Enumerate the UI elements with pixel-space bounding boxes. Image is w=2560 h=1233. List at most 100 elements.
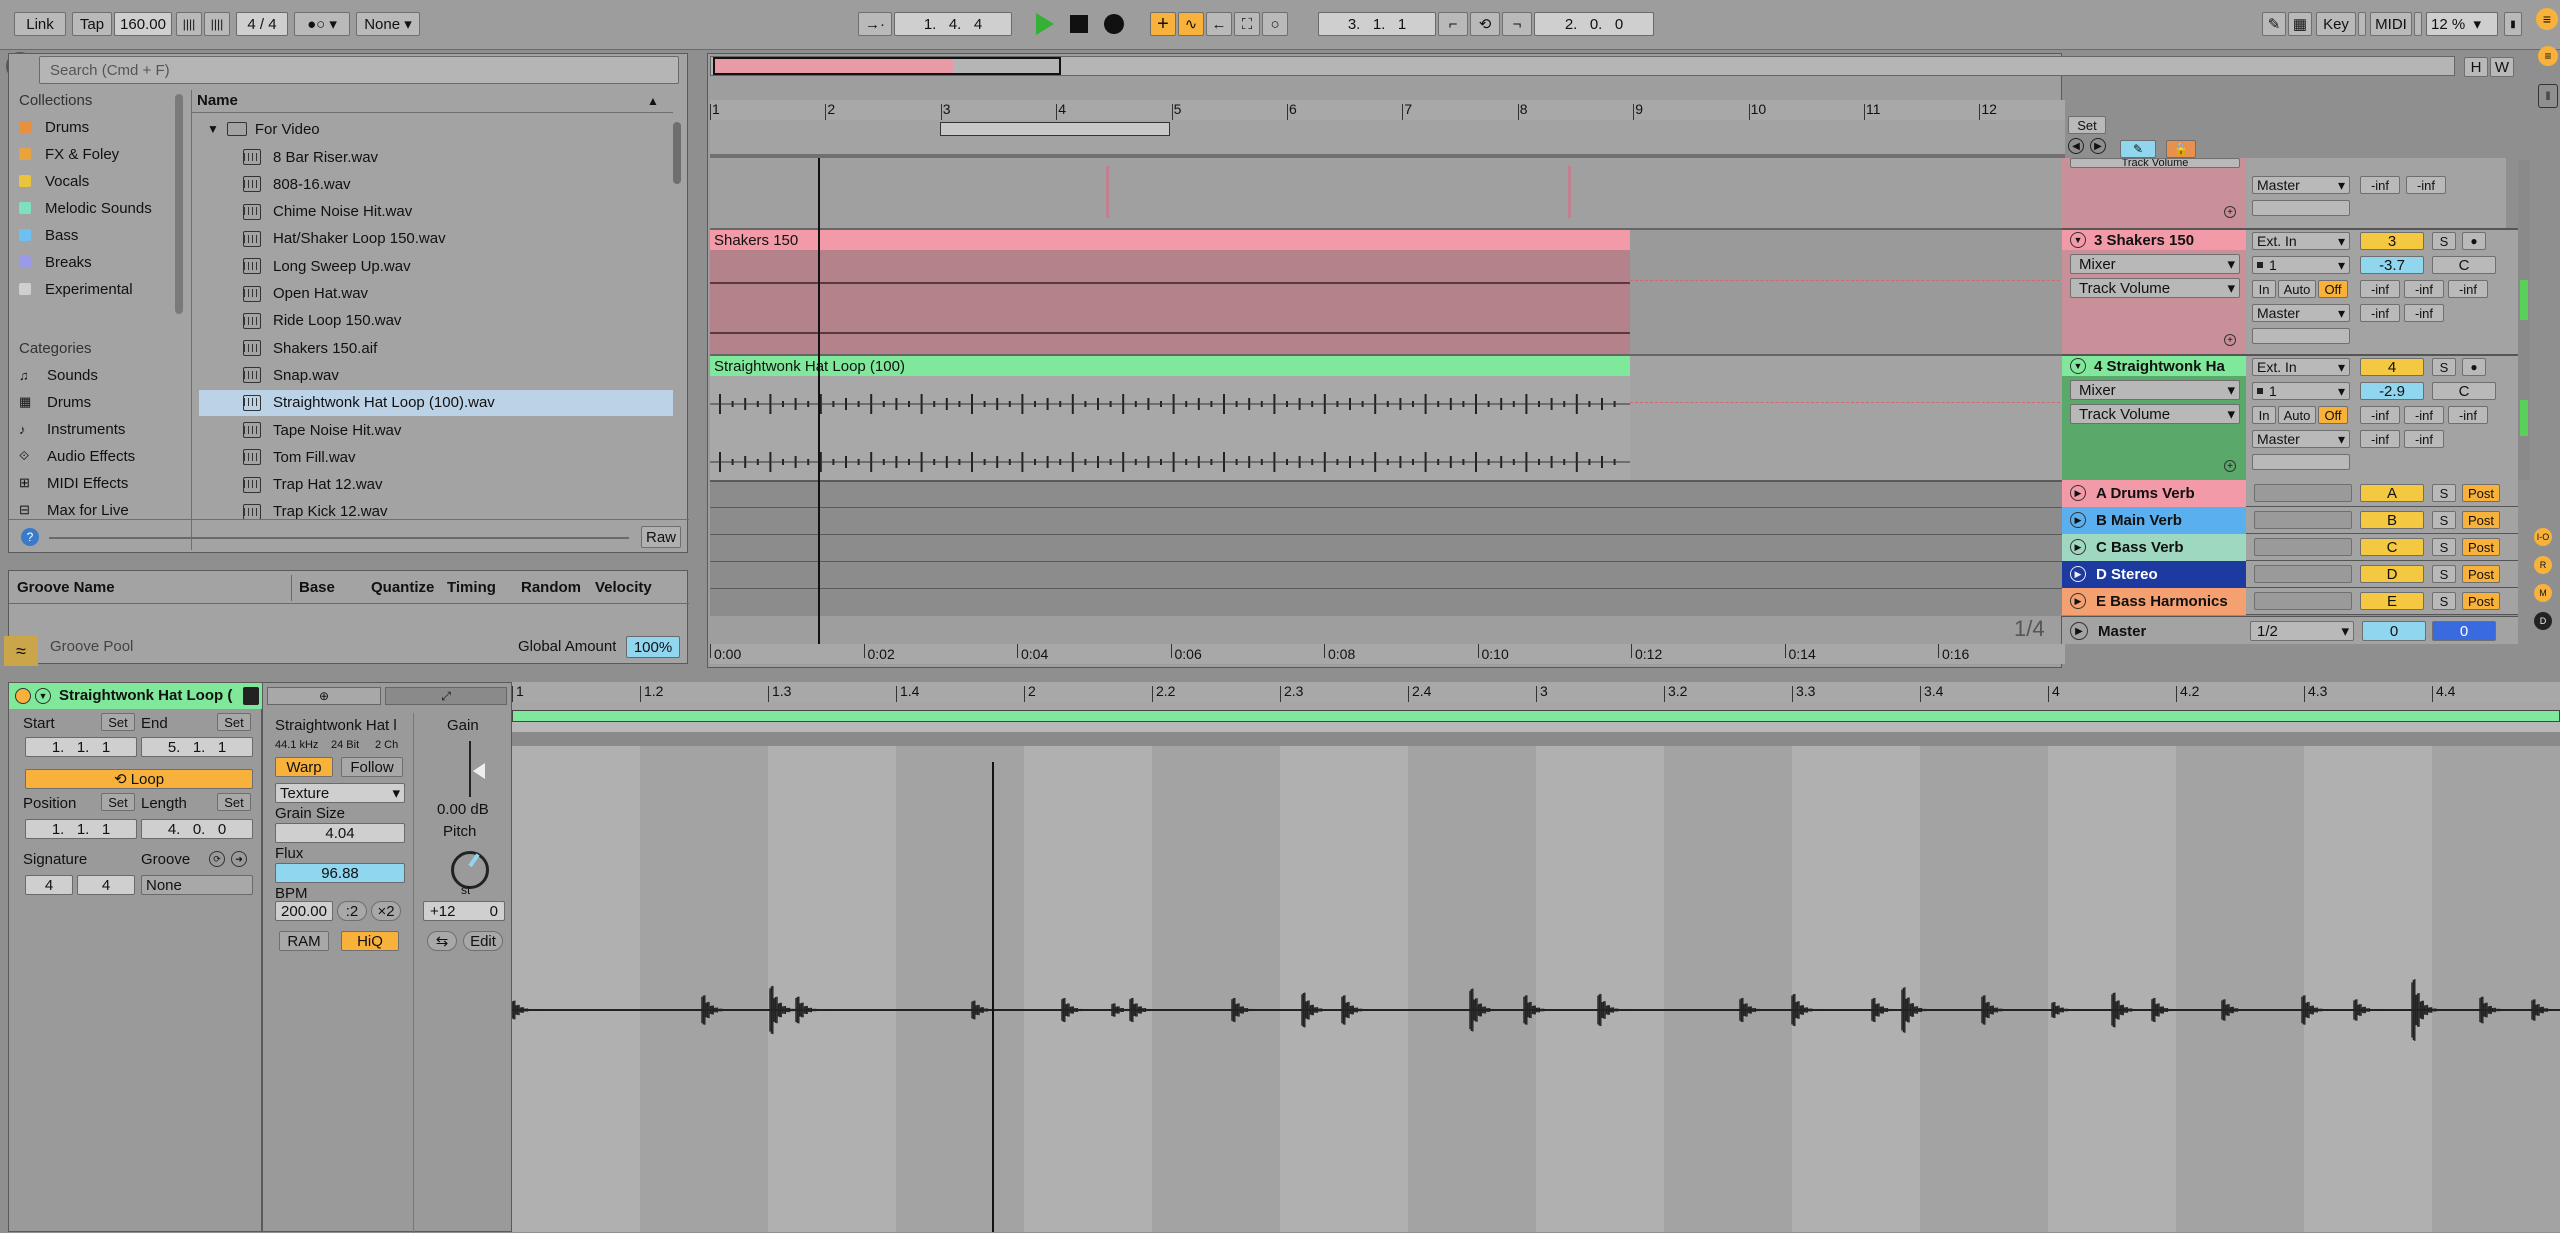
return-solo-button[interactable]: S xyxy=(2432,538,2456,556)
file-row[interactable]: Straightwonk Hat Loop (100).wav xyxy=(199,389,673,416)
track-fold-icon[interactable]: ▼ xyxy=(2070,232,2086,248)
loop-button[interactable]: ⟲ Loop xyxy=(25,769,253,789)
return-activator-icon[interactable]: ▶ xyxy=(2070,485,2086,501)
edit-button[interactable]: Edit xyxy=(463,931,503,951)
output-select[interactable]: Master ▾ xyxy=(2252,430,2350,448)
warp-mode-select[interactable]: Texture ▾ xyxy=(275,783,405,803)
punch-in-icon[interactable]: ⌐ xyxy=(1438,12,1468,36)
file-row[interactable]: Shakers 150.aif xyxy=(199,335,673,361)
file-row[interactable]: Trap Kick 12.wav xyxy=(199,499,673,525)
sample-tab-icon[interactable]: ⊕ xyxy=(267,687,381,705)
return-activator[interactable]: D xyxy=(2360,565,2424,583)
file-row[interactable]: Tom Fill.wav xyxy=(199,444,673,470)
track-name[interactable]: 4 Straightwonk Ha xyxy=(2094,358,2244,375)
next-locator-icon[interactable]: ▶ xyxy=(2090,138,2106,154)
return-solo-button[interactable]: S xyxy=(2432,511,2456,529)
punch-out-icon[interactable]: ¬ xyxy=(1502,12,1532,36)
detail-ruler[interactable]: 1 1.2 1.3 1.4 2 2.2 2.3 2.4 3 3.2 3.3 3.4 4 4.2 4.3 4.4 xyxy=(512,682,2560,702)
add-lane-icon[interactable]: + xyxy=(2224,334,2236,346)
time-ruler[interactable]: 0:00 0:02 0:04 0:06 0:08 0:10 0:12 0:14 0:16 xyxy=(710,644,2065,664)
nudge-up-icon[interactable]: |||| xyxy=(204,12,230,36)
raw-button[interactable]: Raw xyxy=(641,526,681,548)
file-row[interactable]: Ride Loop 150.wav xyxy=(199,308,673,334)
return-name[interactable]: B Main Verb xyxy=(2096,512,2182,529)
return-post-button[interactable]: Post xyxy=(2462,511,2500,529)
category-item[interactable]: ♪ Instruments xyxy=(19,418,125,440)
monitor-off-button[interactable]: Off xyxy=(2318,406,2348,424)
return-activator-icon[interactable]: ▶ xyxy=(2070,512,2086,528)
file-row[interactable]: Hat/Shaker Loop 150.wav xyxy=(199,226,673,252)
return-name[interactable]: C Bass Verb xyxy=(2096,539,2184,556)
output-channel-top[interactable] xyxy=(2252,200,2350,216)
automation-line[interactable] xyxy=(1630,402,2065,403)
clip-title-bar[interactable]: ▼ Straightwonk Hat Loop ( xyxy=(9,683,263,709)
track-lane-shakers[interactable]: Shakers 150 xyxy=(710,228,2065,356)
folder-row[interactable]: ▼ For Video xyxy=(199,116,673,142)
global-amount-field[interactable]: 100% xyxy=(626,636,680,658)
collection-item[interactable]: Experimental xyxy=(19,278,133,300)
track-header-top[interactable]: Track Volume + xyxy=(2062,158,2246,228)
automation-chooser[interactable]: Track Volume ▾ xyxy=(2070,404,2240,424)
signature-field[interactable]: 4 / 4 xyxy=(236,12,288,36)
return-post-button[interactable]: Post xyxy=(2462,565,2500,583)
arm-icon[interactable]: ● xyxy=(2462,358,2486,376)
monitor-in-button[interactable]: In xyxy=(2252,406,2276,424)
keyboard-icon[interactable]: ▦ xyxy=(2288,12,2312,36)
signature-denominator[interactable]: 4 xyxy=(77,875,135,895)
half-tempo-button[interactable]: :2 xyxy=(337,901,367,921)
nudge-down-icon[interactable]: |||| xyxy=(176,12,202,36)
capture-icon[interactable]: ⛶ xyxy=(1234,12,1260,36)
collection-item[interactable]: Vocals xyxy=(19,170,89,192)
pan-field[interactable]: C xyxy=(2432,382,2496,400)
groove-pool-icon[interactable]: ≈ xyxy=(4,636,38,666)
return-track[interactable]: ▶ C Bass Verb C S Post xyxy=(2062,534,2518,561)
mixer-toggle-icon[interactable]: M xyxy=(2534,584,2552,602)
output-select-top[interactable]: Master ▾ xyxy=(2252,176,2350,194)
tempo-field[interactable]: 160.00 xyxy=(114,12,172,36)
stop-icon[interactable] xyxy=(1070,15,1088,33)
end-set-button[interactable]: Set xyxy=(217,713,251,731)
warp-button[interactable]: Warp xyxy=(275,757,333,777)
collection-item[interactable]: Bass xyxy=(19,224,78,246)
input-type-select[interactable]: Ext. In ▾ xyxy=(2252,232,2350,250)
clip-activator-icon[interactable] xyxy=(15,688,31,704)
input-channel-select[interactable]: 1 ▾ xyxy=(2252,256,2350,274)
category-item[interactable]: ♫ Sounds xyxy=(19,364,98,386)
solo-button[interactable]: S xyxy=(2432,232,2456,250)
track-activator[interactable]: 3 xyxy=(2360,232,2424,250)
return-activator[interactable]: E xyxy=(2360,592,2424,610)
return-name[interactable]: E Bass Harmonics xyxy=(2096,593,2228,610)
return-output[interactable] xyxy=(2254,565,2352,583)
overview-strip[interactable] xyxy=(710,56,2455,76)
return-name[interactable]: A Drums Verb xyxy=(2096,485,2195,502)
tap-button[interactable]: Tap xyxy=(72,12,112,36)
hiq-button[interactable]: HiQ xyxy=(341,931,399,951)
length-set-button[interactable]: Set xyxy=(217,793,251,811)
envelope-tab-icon[interactable]: ⤢ xyxy=(385,687,507,705)
pan-field[interactable]: C xyxy=(2432,256,2496,274)
song-position-field[interactable]: 1. 4. 4 xyxy=(894,12,1012,36)
position-field[interactable]: 1. 1. 1 xyxy=(25,819,137,839)
file-row[interactable]: Open Hat.wav xyxy=(199,281,673,307)
cue-out-select[interactable]: 1/2 ▾ xyxy=(2250,621,2354,641)
device-chooser[interactable]: Mixer ▾ xyxy=(2070,254,2240,274)
lock-icon[interactable]: 🔒 xyxy=(2166,140,2196,158)
name-column-header[interactable]: Name xyxy=(197,92,238,109)
midi-map-button[interactable]: MIDI xyxy=(2370,12,2412,36)
clip-header-shakers[interactable]: Shakers 150 xyxy=(710,230,1630,250)
transpose-value[interactable]: +12 xyxy=(430,903,455,920)
category-item[interactable]: ⟐ Audio Effects xyxy=(19,445,135,467)
transpose-detune-fields[interactable]: +12 0 xyxy=(423,901,505,921)
grain-size-field[interactable]: 4.04 xyxy=(275,823,405,843)
loop-start-field[interactable]: 3. 1. 1 xyxy=(1318,12,1436,36)
monitor-in-button[interactable]: In xyxy=(2252,280,2276,298)
file-row[interactable]: 8 Bar Riser.wav xyxy=(199,144,673,170)
return-output[interactable] xyxy=(2254,511,2352,529)
automation-arm-icon[interactable]: ∿ xyxy=(1178,12,1204,36)
link-button[interactable]: Link xyxy=(14,12,66,36)
sample-bpm-field[interactable]: 200.00 xyxy=(275,901,333,921)
return-post-button[interactable]: Post xyxy=(2462,484,2500,502)
groove-hotswap-icon[interactable]: ⟳ xyxy=(209,851,225,867)
prev-locator-icon[interactable]: ◀ xyxy=(2068,138,2084,154)
loop-length-field[interactable]: 2. 0. 0 xyxy=(1534,12,1654,36)
